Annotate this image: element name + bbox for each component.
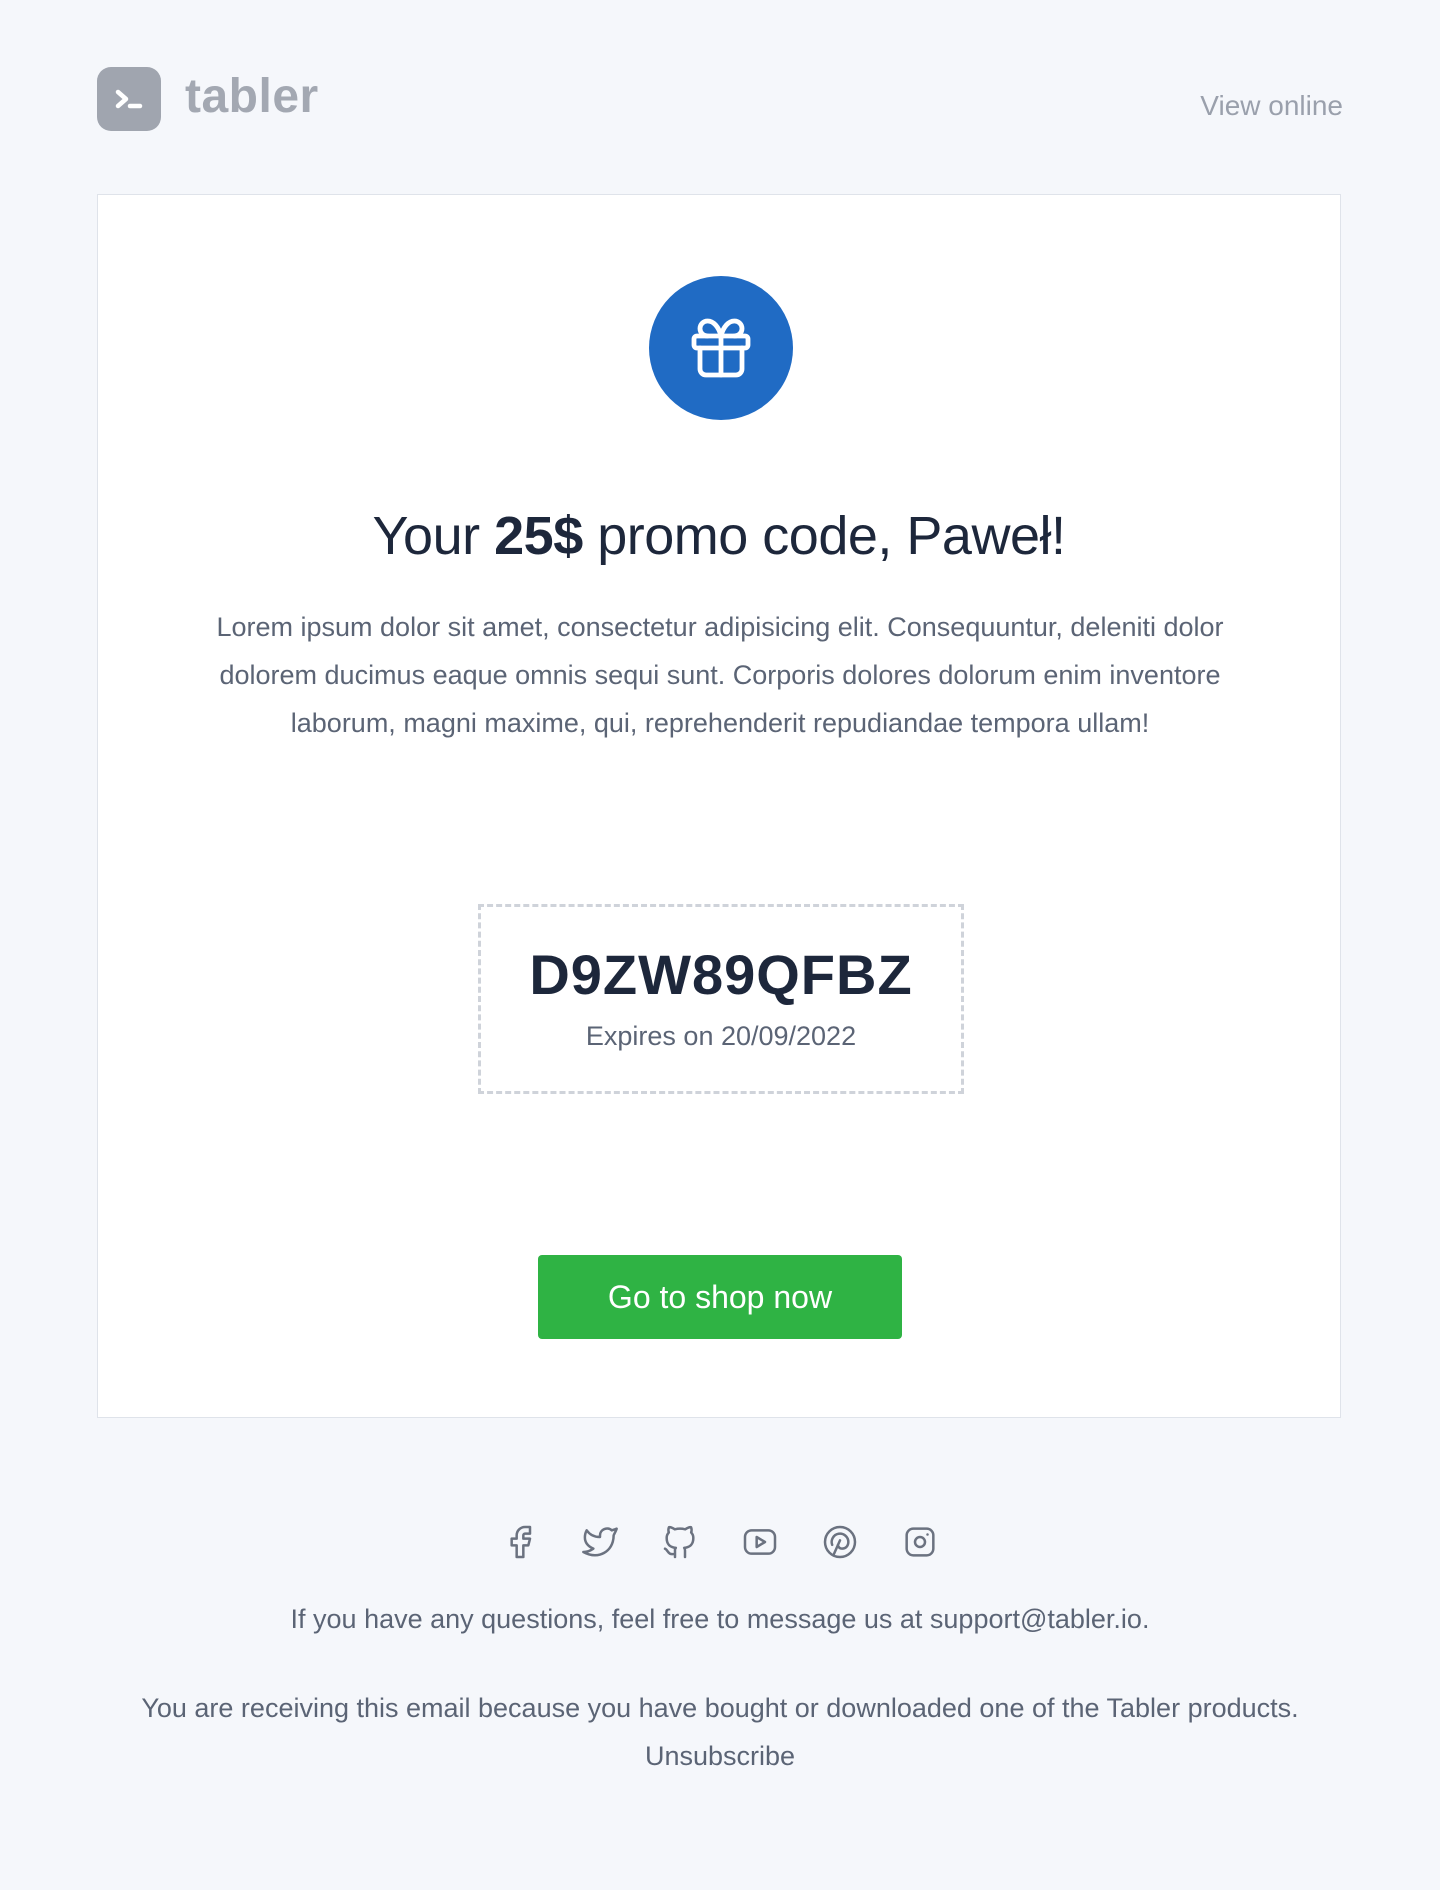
github-icon: [663, 1525, 695, 1559]
email-header: tabler View online: [97, 64, 1343, 132]
footer-legal: You are receiving this email because you…: [97, 1684, 1343, 1780]
email-container: tabler View online Your 25$ promo code, …: [97, 0, 1343, 1890]
promo-amount: 25$: [494, 506, 583, 566]
promo-expiry: Expires on 20/09/2022: [585, 1021, 857, 1051]
social-links: [97, 1522, 1343, 1562]
promo-headline: Your 25$ promo code, Paweł!: [372, 506, 1066, 566]
instagram-icon: [905, 1527, 935, 1557]
pinterest-icon: [823, 1525, 857, 1559]
legal-text: You are receiving this email because you…: [141, 1693, 1299, 1723]
gift-icon: [691, 318, 751, 378]
gift-badge: [649, 276, 793, 420]
facebook-link[interactable]: [500, 1522, 540, 1562]
twitter-link[interactable]: [580, 1522, 620, 1562]
pinterest-link[interactable]: [820, 1522, 860, 1562]
promo-description: Lorem ipsum dolor sit amet, consectetur …: [216, 612, 1224, 738]
promo-card: Your 25$ promo code, Paweł! Lorem ipsum …: [97, 194, 1341, 1418]
youtube-link[interactable]: [740, 1522, 780, 1562]
promo-code[interactable]: D9ZW89QFBZ: [481, 947, 961, 1003]
github-link[interactable]: [660, 1522, 700, 1562]
instagram-link[interactable]: [900, 1522, 940, 1562]
unsubscribe-link[interactable]: Unsubscribe: [645, 1741, 795, 1771]
view-online-link[interactable]: View online: [1200, 90, 1343, 122]
facebook-icon: [510, 1525, 532, 1559]
terminal-icon: [97, 67, 161, 131]
youtube-icon: [743, 1529, 777, 1555]
tabler-logo[interactable]: tabler: [97, 67, 319, 131]
logo-wordmark: tabler: [185, 70, 319, 123]
promo-code-box[interactable]: D9ZW89QFBZ Expires on 20/09/2022: [478, 904, 964, 1094]
support-message: If you have any questions, feel free to …: [290, 1604, 1150, 1634]
twitter-icon: [582, 1527, 618, 1557]
go-to-shop-button[interactable]: Go to shop now: [538, 1255, 902, 1339]
